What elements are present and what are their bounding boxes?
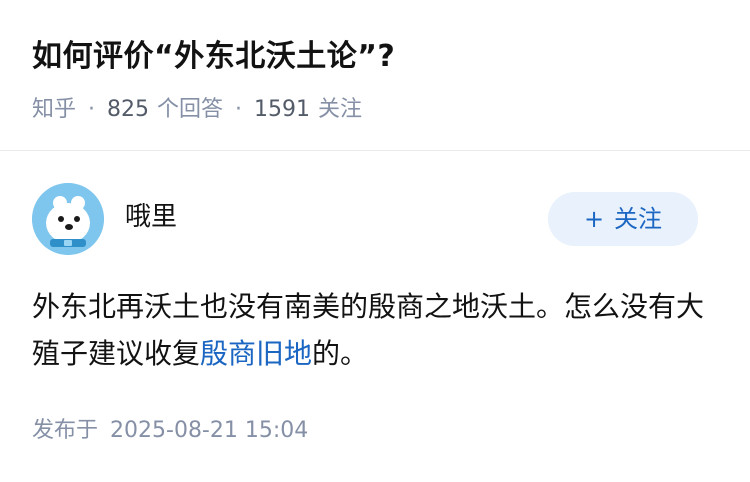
answer-link[interactable]: 殷商旧地 [200, 337, 312, 370]
meta-separator: · [235, 97, 243, 122]
author-row: 哦里 + 关注 [32, 183, 698, 255]
avatar[interactable] [32, 183, 104, 255]
polar-bear-avatar-icon [32, 183, 104, 255]
question-meta: 知乎 · 825 个回答 · 1591 关注 [32, 93, 362, 127]
follow-label: 关注 [318, 97, 363, 122]
question-header: 如何评价“外东北沃土论”? 知乎 · 825 个回答 · 1591 关注 [0, 0, 750, 150]
author-name[interactable]: 哦里 [125, 199, 177, 235]
follow-button[interactable]: + 关注 [548, 192, 698, 246]
meta-separator: · [88, 97, 96, 122]
divider [0, 150, 750, 151]
published-label: 发布于 [32, 418, 99, 443]
answer-content: 外东北再沃土也没有南美的殷商之地沃土。怎么没有大殖子建议收复殷商旧地的。 [32, 283, 722, 377]
published-time: 2025-08-21 15:04 [110, 418, 309, 443]
follow-button-label: 关注 [614, 205, 663, 233]
plus-icon: + [583, 205, 605, 233]
answers-label: 个回答 [157, 97, 224, 122]
answer-text-end: 的。 [312, 337, 369, 370]
answers-count: 825 [107, 97, 150, 122]
publish-time: 发布于 2025-08-21 15:04 [32, 414, 308, 448]
source-label[interactable]: 知乎 [32, 97, 76, 122]
follow-count: 1591 [254, 97, 311, 122]
question-title[interactable]: 如何评价“外东北沃土论”? [32, 32, 395, 82]
